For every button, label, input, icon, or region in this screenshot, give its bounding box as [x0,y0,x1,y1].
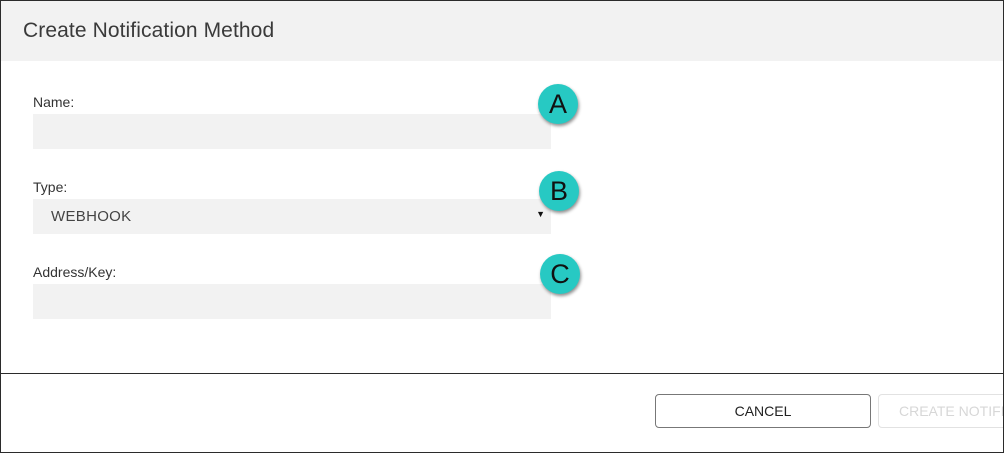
cancel-button[interactable]: CANCEL [655,394,871,428]
name-input[interactable] [33,114,551,149]
callout-marker-a: A [538,84,578,124]
address-key-input[interactable] [33,284,551,319]
type-selected-value: WEBHOOK [51,208,132,225]
dropdown-caret-icon: ▼ [536,209,545,219]
dialog-title: Create Notification Method [23,19,275,42]
footer-divider [1,373,1003,374]
callout-marker-c: C [540,254,580,294]
callout-marker-b: B [539,171,579,211]
type-label: Type: [33,179,68,195]
create-notification-dialog: Create Notification Method Name: A Type:… [0,0,1004,453]
type-select[interactable]: WEBHOOK ▼ [33,199,551,234]
dialog-header: Create Notification Method [1,1,1003,61]
address-key-label: Address/Key: [33,264,117,280]
create-notification-method-button[interactable]: CREATE NOTIFICATION METHOD [878,394,1003,428]
name-label: Name: [33,94,75,110]
